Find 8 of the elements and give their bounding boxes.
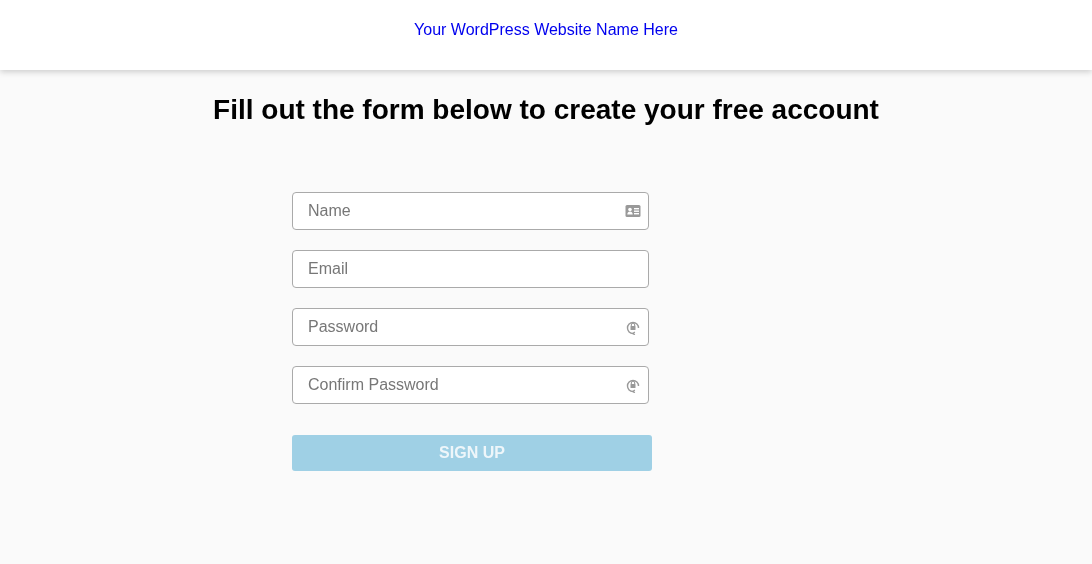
text-field[interactable]: Password xyxy=(292,308,649,346)
text-field[interactable]: Email xyxy=(292,250,649,288)
lock-icon xyxy=(625,319,641,335)
page-heading: Fill out the form below to create your free account xyxy=(212,94,880,126)
site-name-link[interactable]: Your WordPress Website Name Here xyxy=(414,21,678,39)
text-field[interactable]: Confirm Password xyxy=(292,366,649,404)
text-field[interactable]: Name xyxy=(292,192,649,230)
lock-icon xyxy=(625,377,641,393)
